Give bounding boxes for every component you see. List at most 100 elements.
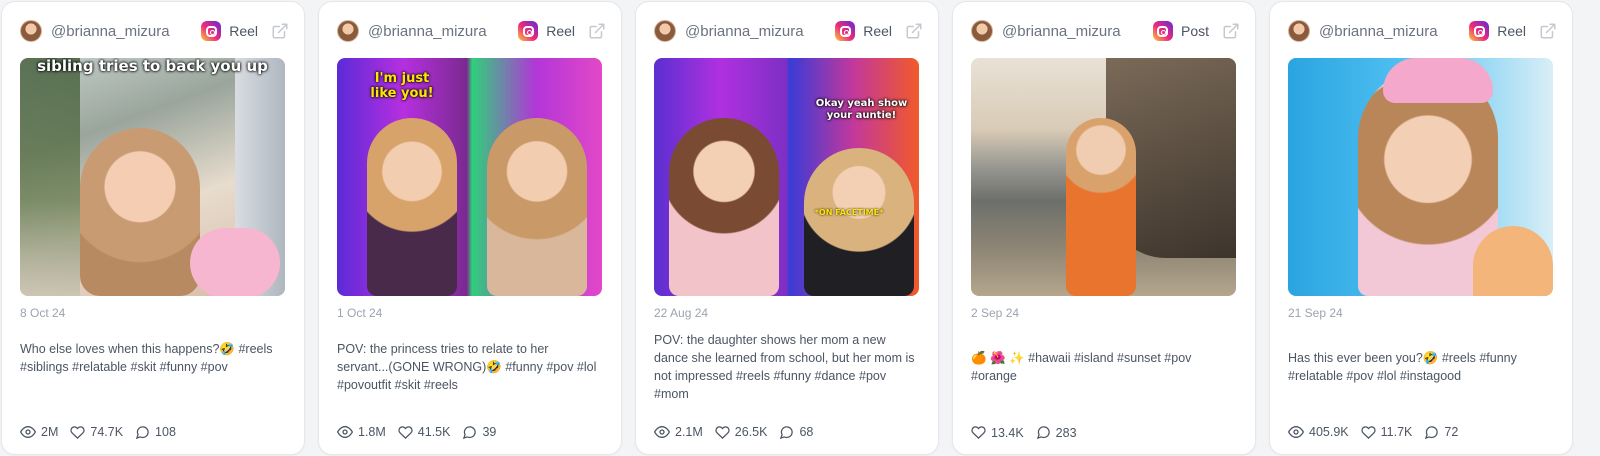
avatar	[971, 20, 993, 42]
views-count: 1.8M	[358, 425, 386, 439]
post-caption: POV: the princess tries to relate to her…	[337, 342, 597, 392]
comments-stat: 72	[1424, 425, 1458, 440]
card-header: @brianna_mizura Reel	[337, 16, 607, 46]
likes-count: 26.5K	[734, 425, 768, 439]
username[interactable]: @brianna_mizura	[368, 23, 518, 40]
headband-decoration	[1383, 58, 1493, 103]
video-overlay-text-secondary: *ON FACETIME*	[814, 208, 884, 217]
video-overlay-text: sibling tries to back you up	[37, 58, 268, 75]
views-stat: 405.9K	[1288, 424, 1349, 440]
comments-count: 72	[1444, 425, 1459, 439]
views-stat: 2M	[20, 424, 58, 440]
person-figure-left	[367, 118, 457, 296]
person-figure-right	[487, 118, 587, 296]
post-type-label: Reel	[229, 23, 258, 39]
post-caption: POV: the daughter shows her mom a new da…	[654, 333, 915, 401]
avatar	[654, 20, 676, 42]
external-link-icon[interactable]	[270, 21, 290, 41]
likes-count: 74.7K	[90, 425, 124, 439]
card-header: @brianna_mizura Reel	[20, 16, 290, 46]
comment-icon	[1036, 426, 1050, 440]
comment-icon	[1425, 425, 1439, 439]
external-link-icon[interactable]	[587, 21, 607, 41]
views-count: 2M	[41, 425, 59, 439]
comment-icon	[463, 425, 477, 439]
views-stat: 1.8M	[337, 424, 386, 440]
comments-count: 283	[1055, 425, 1077, 440]
username[interactable]: @brianna_mizura	[51, 23, 201, 40]
instagram-icon	[835, 21, 856, 41]
instagram-icon	[1152, 21, 1173, 41]
eye-icon	[20, 425, 36, 439]
comment-icon	[780, 425, 794, 439]
post-caption: Who else loves when this happens?🤣 #reel…	[20, 342, 273, 374]
avatar	[1288, 20, 1310, 42]
external-link-icon[interactable]	[1538, 21, 1558, 41]
likes-count: 41.5K	[417, 425, 451, 439]
post-caption: 🍊 🌺 ✨ #hawaii #island #sunset #pov #oran…	[971, 351, 1192, 383]
video-overlay-text: Okay yeah show your auntie!	[815, 98, 908, 121]
likes-count: 13.4K	[991, 425, 1024, 440]
comments-stat: 283	[1036, 425, 1077, 440]
post-type-label: Reel	[1497, 23, 1526, 39]
post-type-label: Post	[1180, 23, 1209, 39]
card-header: @brianna_mizura Reel	[654, 16, 924, 46]
external-link-icon[interactable]	[1221, 21, 1241, 41]
comments-stat: 68	[779, 425, 813, 440]
post-thumbnail[interactable]	[1288, 58, 1553, 296]
username[interactable]: @brianna_mizura	[685, 23, 835, 40]
post-date: 2 Sep 24	[971, 306, 1020, 320]
username[interactable]: @brianna_mizura	[1319, 23, 1469, 40]
post-date: 1 Oct 24	[337, 306, 383, 320]
post-stats: 2.1M 26.5K 68	[654, 424, 920, 440]
eye-icon	[1288, 425, 1304, 439]
likes-stat: 11.7K	[1361, 425, 1413, 440]
post-stats: 2M 74.7K 108	[20, 424, 286, 440]
username[interactable]: @brianna_mizura	[1002, 23, 1153, 40]
post-card[interactable]: @brianna_mizura Reel sibling tries to ba…	[1, 1, 305, 455]
post-type-label: Reel	[863, 23, 892, 39]
instagram-icon	[518, 21, 539, 41]
likes-stat: 74.7K	[70, 425, 123, 440]
views-stat: 2.1M	[654, 424, 703, 440]
post-card[interactable]: @brianna_mizura Reel 21 Sep 24 Has this …	[1269, 1, 1573, 455]
post-stats: 1.8M 41.5K 39	[337, 424, 603, 440]
views-count: 405.9K	[1309, 425, 1349, 439]
plant-decoration	[20, 58, 80, 296]
post-thumbnail[interactable]: Okay yeah show your auntie! *ON FACETIME…	[654, 58, 919, 296]
heart-icon	[715, 425, 730, 439]
post-date: 22 Aug 24	[654, 306, 709, 320]
post-date: 21 Sep 24	[1288, 306, 1343, 320]
person-figure-right	[804, 148, 914, 296]
eye-icon	[654, 425, 670, 439]
comments-stat: 39	[462, 425, 496, 440]
comment-icon	[135, 425, 149, 439]
post-thumbnail[interactable]: I'm just like you!	[337, 58, 602, 296]
post-thumbnail[interactable]: sibling tries to back you up	[20, 58, 285, 296]
instagram-icon	[201, 21, 222, 41]
heart-icon	[971, 426, 986, 439]
post-stats: 13.4K 283	[971, 425, 1237, 440]
post-thumbnail[interactable]	[971, 58, 1236, 296]
person-figure-left	[669, 118, 779, 296]
heart-icon	[70, 425, 86, 439]
eye-icon	[337, 425, 353, 439]
likes-stat: 26.5K	[715, 425, 768, 440]
video-overlay-text: I'm just like you!	[370, 71, 434, 101]
plush-toy	[1473, 226, 1553, 296]
avatar	[20, 20, 42, 42]
person-figure	[80, 128, 200, 296]
likes-stat: 41.5K	[398, 425, 451, 440]
instagram-icon	[1469, 21, 1490, 41]
comments-count: 108	[155, 425, 176, 439]
post-stats: 405.9K 11.7K 72	[1288, 424, 1554, 440]
card-header: @brianna_mizura Post	[971, 16, 1241, 46]
likes-count: 11.7K	[1380, 425, 1413, 439]
post-card[interactable]: @brianna_mizura Post 2 Sep 24 🍊 🌺 ✨ #haw…	[952, 1, 1256, 455]
plush-toy	[190, 228, 280, 296]
post-card[interactable]: @brianna_mizura Reel Okay yeah show your…	[635, 1, 939, 455]
post-card[interactable]: @brianna_mizura Reel I'm just like you! …	[318, 1, 622, 455]
heart-icon	[398, 425, 413, 439]
external-link-icon[interactable]	[904, 21, 924, 41]
likes-stat: 13.4K	[971, 425, 1024, 440]
